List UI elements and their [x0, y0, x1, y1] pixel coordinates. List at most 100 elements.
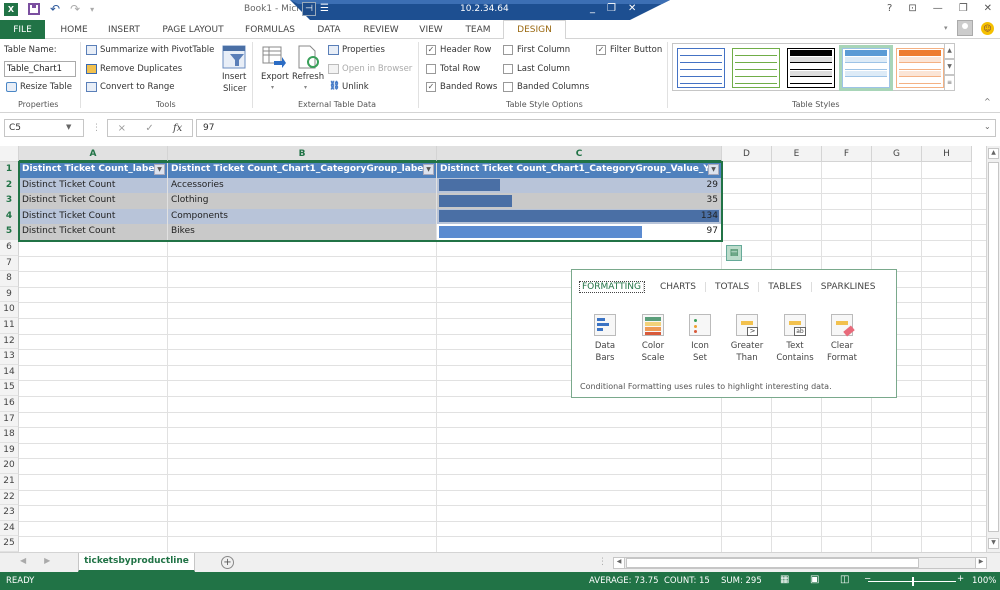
- tab-team[interactable]: TEAM: [460, 20, 496, 39]
- row-header-13[interactable]: 13: [0, 349, 19, 365]
- qa-text-contains[interactable]: ab Text Contains: [775, 314, 815, 364]
- row-header-16[interactable]: 16: [0, 396, 19, 412]
- row-header-14[interactable]: 14: [0, 364, 19, 381]
- qa-tab-sparklines[interactable]: SPARKLINES: [812, 282, 885, 292]
- zoom-slider-thumb[interactable]: [912, 577, 914, 586]
- refresh-button[interactable]: Refresh: [292, 72, 324, 82]
- formula-bar-grip-icon[interactable]: ⋮: [92, 123, 101, 133]
- row-header-8[interactable]: 8: [0, 271, 19, 287]
- open-in-browser-button[interactable]: Open in Browser: [342, 64, 412, 74]
- zoom-level[interactable]: 100%: [972, 576, 996, 586]
- export-dropdown-icon[interactable]: ▾: [271, 84, 274, 91]
- sheet-tab-ticketsbyproductline[interactable]: ticketsbyproductline: [78, 553, 195, 572]
- tab-page-layout[interactable]: PAGE LAYOUT: [157, 20, 229, 39]
- scroll-right-icon[interactable]: ▶: [975, 558, 986, 568]
- status-count[interactable]: COUNT: 15: [664, 576, 710, 586]
- row-header-7[interactable]: 7: [0, 255, 19, 272]
- qa-greater-than[interactable]: > Greater Than: [727, 314, 767, 364]
- close-icon[interactable]: ✕: [984, 3, 992, 14]
- total-row-checkbox[interactable]: [426, 64, 436, 74]
- ribbon-display-icon[interactable]: ⊡: [908, 3, 916, 14]
- first-column-checkbox[interactable]: [503, 45, 513, 55]
- table-style-swatch[interactable]: [896, 48, 944, 88]
- account-dropdown-icon[interactable]: ▾: [944, 24, 948, 32]
- rdp-minimize-icon[interactable]: _: [590, 3, 595, 14]
- styles-more-icon[interactable]: ≡: [944, 75, 955, 91]
- scroll-left-icon[interactable]: ◀: [614, 558, 625, 568]
- styles-scroll-down-icon[interactable]: ▼: [944, 59, 955, 75]
- tab-insert[interactable]: INSERT: [103, 20, 145, 39]
- tab-review[interactable]: REVIEW: [359, 20, 403, 39]
- row-header-17[interactable]: 17: [0, 411, 19, 428]
- column-header-a[interactable]: A: [19, 146, 168, 162]
- table-cell-label[interactable]: Distinct Ticket Count: [19, 208, 167, 225]
- table-name-input[interactable]: [4, 61, 76, 77]
- row-header-6[interactable]: 6: [0, 240, 19, 256]
- horizontal-scrollbar[interactable]: ◀ ▶: [613, 557, 987, 569]
- refresh-dropdown-icon[interactable]: ▾: [304, 84, 307, 91]
- vertical-scroll-thumb[interactable]: [988, 162, 999, 532]
- row-header-22[interactable]: 22: [0, 489, 19, 506]
- convert-to-range-button[interactable]: Convert to Range: [100, 82, 175, 92]
- column-header-e[interactable]: E: [772, 146, 822, 162]
- properties-button[interactable]: Properties: [342, 45, 385, 55]
- scroll-down-icon[interactable]: ▼: [988, 538, 999, 549]
- row-header-3[interactable]: 3: [0, 193, 19, 209]
- table-cell-label[interactable]: Distinct Ticket Count: [19, 177, 167, 194]
- table-cell-category[interactable]: Clothing: [168, 193, 436, 209]
- row-header-12[interactable]: 12: [0, 333, 19, 350]
- row-header-23[interactable]: 23: [0, 505, 19, 521]
- tab-formulas[interactable]: FORMULAS: [240, 20, 300, 39]
- minimize-icon[interactable]: —: [933, 3, 943, 14]
- user-avatar[interactable]: [957, 20, 973, 36]
- tab-file[interactable]: FILE: [0, 20, 45, 39]
- banded-rows-checkbox[interactable]: ✓: [426, 82, 436, 92]
- formula-input[interactable]: 97: [196, 119, 996, 137]
- select-all-button[interactable]: [0, 146, 19, 162]
- rdp-close-icon[interactable]: ✕: [628, 3, 636, 14]
- qa-tab-tables[interactable]: TABLES: [759, 282, 812, 292]
- table-cell-label[interactable]: Distinct Ticket Count: [19, 193, 167, 209]
- row-header-25[interactable]: 25: [0, 536, 19, 552]
- horizontal-scroll-thumb[interactable]: [626, 558, 919, 568]
- row-header-11[interactable]: 11: [0, 318, 19, 334]
- row-header-10[interactable]: 10: [0, 302, 19, 318]
- tab-view[interactable]: VIEW: [416, 20, 446, 39]
- qa-clear-format[interactable]: Clear Format: [822, 314, 862, 364]
- row-header-19[interactable]: 19: [0, 442, 19, 459]
- insert-function-icon[interactable]: fx: [173, 123, 182, 134]
- page-break-view-icon[interactable]: ◫: [840, 574, 849, 585]
- table-style-swatch-selected[interactable]: [839, 45, 893, 91]
- scroll-up-icon[interactable]: ▲: [988, 148, 999, 159]
- redo-icon[interactable]: ↷: [70, 2, 80, 16]
- table-style-swatch[interactable]: [787, 48, 835, 88]
- row-header-2[interactable]: 2: [0, 177, 19, 194]
- table-style-swatch[interactable]: [677, 48, 725, 88]
- customize-qat-icon[interactable]: ▾: [90, 5, 94, 14]
- row-header-20[interactable]: 20: [0, 458, 19, 474]
- enter-icon[interactable]: ✓: [145, 123, 153, 134]
- qa-data-bars[interactable]: Data Bars: [585, 314, 625, 364]
- row-header-9[interactable]: 9: [0, 286, 19, 303]
- help-icon[interactable]: ?: [887, 3, 892, 14]
- column-header-c[interactable]: C: [437, 146, 722, 162]
- insert-slicer-button[interactable]: Insert: [222, 72, 246, 82]
- feedback-smile-icon[interactable]: ☺: [981, 22, 994, 35]
- table-style-swatch[interactable]: [732, 48, 780, 88]
- quick-analysis-button[interactable]: ▤: [726, 245, 742, 261]
- unlink-button[interactable]: Unlink: [342, 82, 369, 92]
- tab-data[interactable]: DATA: [312, 20, 346, 39]
- table-cell-category[interactable]: Components: [168, 208, 436, 225]
- status-average[interactable]: AVERAGE: 73.75: [589, 576, 659, 586]
- cancel-icon[interactable]: ×: [118, 123, 126, 134]
- table-cell-label[interactable]: Distinct Ticket Count: [19, 224, 167, 240]
- page-layout-view-icon[interactable]: ▣: [810, 574, 819, 585]
- table-header-cell[interactable]: Distinct Ticket Count_Chart1_CategoryGro…: [437, 162, 721, 178]
- qa-tab-formatting[interactable]: FORMATTING: [579, 281, 645, 293]
- remove-duplicates-button[interactable]: Remove Duplicates: [100, 64, 182, 74]
- sheet-next-icon[interactable]: ▶: [44, 556, 50, 565]
- column-header-d[interactable]: D: [722, 146, 772, 162]
- styles-scroll-up-icon[interactable]: ▲: [944, 43, 955, 59]
- expand-formula-bar-icon[interactable]: ⌄: [984, 122, 991, 131]
- summarize-pivottable-button[interactable]: Summarize with PivotTable: [100, 45, 214, 55]
